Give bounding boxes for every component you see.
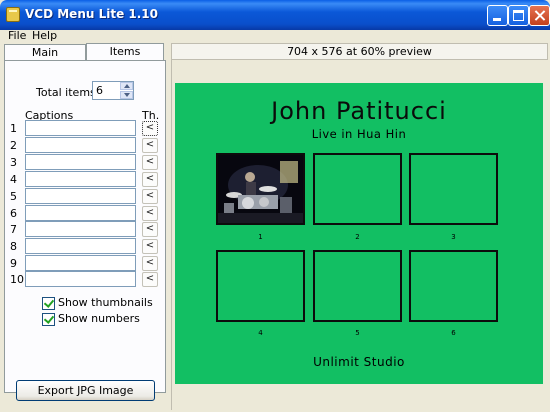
thumbnail-number: 6 xyxy=(451,329,456,337)
thumbnail-slot[interactable] xyxy=(216,153,305,225)
total-items-spinner[interactable]: 6 xyxy=(92,81,134,100)
thumbnail-slot[interactable] xyxy=(409,250,498,322)
show-thumbnails-checkbox[interactable] xyxy=(42,297,55,310)
menu-help[interactable]: Help xyxy=(30,29,59,42)
row-number: 10 xyxy=(10,273,24,286)
preview-header: 704 x 576 at 60% preview xyxy=(171,43,548,60)
caption-input-5[interactable] xyxy=(25,188,136,204)
caption-input-1[interactable] xyxy=(25,120,136,136)
caption-input-4[interactable] xyxy=(25,171,136,187)
thumbnail-number: 2 xyxy=(355,233,360,241)
thumbnail-number: 3 xyxy=(451,233,456,241)
caption-input-3[interactable] xyxy=(25,154,136,170)
thumbnail-select-button[interactable]: < xyxy=(142,222,158,237)
row-number: 6 xyxy=(10,207,17,220)
spinner-down-arrow-icon[interactable] xyxy=(120,91,133,99)
thumbnail-select-button[interactable]: < xyxy=(142,239,158,254)
row-number: 1 xyxy=(10,122,17,135)
window-title: VCD Menu Lite 1.10 xyxy=(25,7,158,21)
show-thumbnails-label[interactable]: Show thumbnails xyxy=(58,296,153,309)
thumbnail-number: 1 xyxy=(258,233,263,241)
show-numbers-label[interactable]: Show numbers xyxy=(58,312,140,325)
spinner-up-arrow-icon[interactable] xyxy=(120,82,133,90)
tab-main[interactable]: Main xyxy=(4,44,86,60)
row-number: 7 xyxy=(10,223,17,236)
total-items-value[interactable]: 6 xyxy=(96,84,103,97)
caption-input-6[interactable] xyxy=(25,205,136,221)
menu-file[interactable]: File xyxy=(6,29,28,42)
thumbnail-select-button[interactable]: < xyxy=(142,206,158,221)
thumbnail-slot[interactable] xyxy=(313,250,402,322)
menu-bar: File Help xyxy=(0,29,550,44)
caption-input-2[interactable] xyxy=(25,137,136,153)
close-button[interactable] xyxy=(529,5,550,26)
thumbnail-select-button[interactable]: < xyxy=(142,272,158,287)
tab-items[interactable]: Items xyxy=(86,43,164,61)
thumbnail-select-button[interactable]: < xyxy=(142,138,158,153)
thumbnail-select-button[interactable]: < xyxy=(142,256,158,271)
minimize-button[interactable] xyxy=(487,5,508,26)
thumbnail-select-button[interactable]: < xyxy=(142,121,158,136)
spinner-buttons xyxy=(120,82,133,99)
thumbnail-select-button[interactable]: < xyxy=(142,172,158,187)
row-number: 9 xyxy=(10,257,17,270)
caption-input-8[interactable] xyxy=(25,238,136,254)
concert-photo-thumbnail xyxy=(218,155,303,223)
thumbnail-slot[interactable] xyxy=(409,153,498,225)
maximize-button[interactable] xyxy=(508,5,529,26)
menu-title: John Patitucci xyxy=(271,97,447,125)
row-number: 3 xyxy=(10,156,17,169)
app-window: VCD Menu Lite 1.10 File Help Main Items … xyxy=(0,0,550,412)
export-jpg-button[interactable]: Export JPG Image xyxy=(16,380,155,401)
thumbnail-select-button[interactable]: < xyxy=(142,155,158,170)
row-number: 5 xyxy=(10,190,17,203)
row-number: 4 xyxy=(10,173,17,186)
total-items-label: Total items: xyxy=(36,86,100,99)
thumbnail-slot[interactable] xyxy=(313,153,402,225)
show-numbers-checkbox[interactable] xyxy=(42,313,55,326)
thumbnail-number: 4 xyxy=(258,329,263,337)
caption-input-7[interactable] xyxy=(25,221,136,237)
caption-input-10[interactable] xyxy=(25,271,136,287)
caption-input-9[interactable] xyxy=(25,255,136,271)
row-number: 8 xyxy=(10,240,17,253)
menu-preview-canvas: John Patitucci Live in Hua Hin 1 2 3 4 5… xyxy=(175,83,543,384)
app-icon xyxy=(6,7,20,22)
thumbnail-slot[interactable] xyxy=(216,250,305,322)
row-number: 2 xyxy=(10,139,17,152)
thumbnail-select-button[interactable]: < xyxy=(142,189,158,204)
menu-footer: Unlimit Studio xyxy=(313,355,405,369)
menu-subtitle: Live in Hua Hin xyxy=(311,127,407,141)
title-bar[interactable]: VCD Menu Lite 1.10 xyxy=(0,0,550,30)
thumbnail-number: 5 xyxy=(355,329,360,337)
